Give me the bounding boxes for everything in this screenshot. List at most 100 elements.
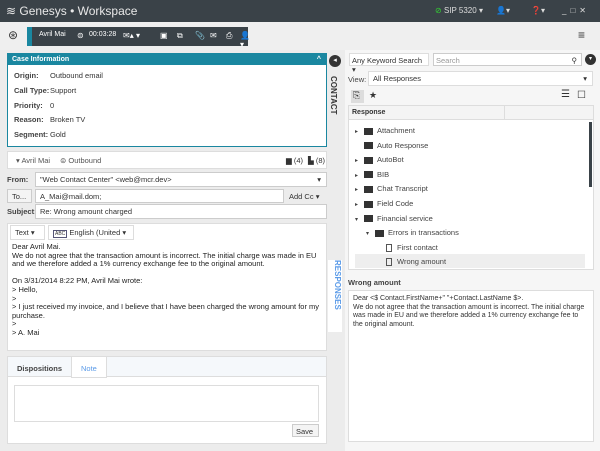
- format-select[interactable]: Text ▾: [10, 225, 45, 240]
- notes-panel: Dispositions Note Save: [7, 356, 327, 444]
- add-cc-label: Add Cc: [289, 192, 314, 201]
- note-textarea[interactable]: [14, 385, 319, 422]
- responses-tab[interactable]: RESPONSES: [328, 260, 342, 332]
- field-label: Origin:: [14, 71, 39, 80]
- case-data-button[interactable]: ▆ (4): [286, 156, 303, 165]
- body-line: > I just received my invoice, and I beli…: [12, 302, 320, 320]
- contact-tab[interactable]: CONTACT: [329, 76, 338, 115]
- delete-email-icon[interactable]: ✉: [210, 31, 217, 40]
- search-input[interactable]: Search ⚲: [433, 53, 582, 66]
- field-label: Reason:: [14, 115, 44, 124]
- expander-icon[interactable]: ▸: [355, 128, 364, 135]
- tab-dispositions[interactable]: Dispositions: [8, 357, 71, 377]
- document-icon: [386, 258, 392, 267]
- tree-item-label: Errors in transactions: [388, 228, 459, 238]
- to-input[interactable]: A_Mai@mail.dom;: [35, 189, 284, 203]
- tree-item-label: BIB: [377, 169, 390, 179]
- agent-menu[interactable]: 👤▾: [496, 6, 510, 15]
- collapse-left-icon[interactable]: ◂: [329, 55, 341, 67]
- transfer-icon[interactable]: ⧉: [177, 31, 183, 41]
- expander-icon[interactable]: ▾: [355, 216, 364, 223]
- tree-item[interactable]: ▸ Field Code: [355, 196, 585, 210]
- party-icon[interactable]: 👤▾: [240, 31, 250, 49]
- chevron-down-icon: ▾: [583, 74, 587, 83]
- tree-item[interactable]: ▸ AutoBot: [355, 152, 585, 166]
- search-icon[interactable]: ⚲: [572, 56, 578, 65]
- tree-item[interactable]: ▸ BIB: [355, 167, 585, 181]
- hamburger-menu-icon[interactable]: ≡: [578, 28, 585, 42]
- history-button[interactable]: ▙ (8): [308, 156, 325, 165]
- print-icon[interactable]: ⎙: [226, 31, 232, 41]
- party-toggle[interactable]: ▾ Avril Mai: [16, 156, 50, 165]
- status-ok-icon: ⊘: [435, 6, 442, 15]
- tree-item[interactable]: ▾ Errors in transactions: [355, 225, 585, 239]
- case-field: Reason: Broken TV: [14, 115, 85, 124]
- add-cc-button[interactable]: Add Cc ▾: [289, 192, 319, 201]
- preview-title: Wrong amount: [348, 278, 401, 287]
- favorite-star-icon[interactable]: ★: [369, 90, 377, 101]
- folder-icon: [364, 215, 373, 223]
- subject-label: Subject:: [7, 207, 37, 216]
- interaction-bar: Avril Mai ⊜ 00:03:28 ✉▴ ▾ ▣ ⧉ 📎 ✉ ⎙ 👤▾: [27, 27, 250, 49]
- search-placeholder: Search: [436, 56, 460, 65]
- to-button[interactable]: To...: [7, 189, 32, 203]
- expander-icon[interactable]: ▾: [366, 230, 375, 237]
- separator: •: [70, 4, 75, 18]
- case-field: Priority: 0: [14, 101, 54, 110]
- window-icon[interactable]: ☐: [577, 90, 586, 101]
- from-select[interactable]: "Web Contact Center" <web@mcr.dev> ▾: [35, 172, 327, 187]
- expander-icon[interactable]: ▸: [355, 172, 364, 179]
- tree-item[interactable]: First contact: [355, 240, 585, 254]
- expander-icon[interactable]: ▸: [355, 157, 364, 164]
- attach-icon[interactable]: 📎: [195, 31, 205, 40]
- tree-item[interactable]: ▾ Financial service: [355, 211, 585, 225]
- language-value: English (United: [69, 228, 121, 237]
- workspace-title: Workspace: [77, 4, 138, 18]
- interaction-name: Avril Mai: [39, 31, 66, 38]
- body-line: >: [12, 319, 17, 329]
- help-menu[interactable]: ❓▾: [531, 6, 545, 15]
- tree-item-label: Attachment: [377, 126, 415, 135]
- field-value: 0: [50, 101, 55, 110]
- tree-item-label: AutoBot: [377, 155, 404, 165]
- sip-status[interactable]: ⊘ SIP 5320 ▾: [435, 6, 483, 15]
- send-icon[interactable]: ✉▴ ▾: [123, 31, 140, 40]
- case-count: (4): [293, 156, 304, 165]
- list-view-icon[interactable]: ☰: [561, 89, 570, 100]
- response-tree: Response ▸ Attachment Auto Response ▸ AutoBo…: [348, 105, 594, 270]
- tree-item[interactable]: Auto Response: [355, 138, 585, 152]
- field-value: Outbound email: [50, 71, 103, 80]
- view-select[interactable]: All Responses ▾: [368, 71, 593, 86]
- top-bar: ≋ Genesys • Workspace ⊘ SIP 5320 ▾ 👤▾ ❓▾…: [0, 0, 600, 22]
- interaction-timer: 00:03:28: [89, 31, 117, 38]
- window-controls[interactable]: _□✕: [562, 6, 590, 15]
- tree-item-label: Chat Transcript: [377, 184, 428, 194]
- tab-note[interactable]: Note: [71, 357, 107, 378]
- field-label: Segment:: [14, 130, 49, 139]
- tree-item[interactable]: Wrong amount: [355, 254, 585, 269]
- scrollbar[interactable]: [589, 122, 592, 187]
- brand: Genesys: [19, 4, 67, 18]
- insert-response-icon[interactable]: ⎘: [351, 90, 364, 103]
- email-body[interactable]: Dear Avril Mai. We do not agree that the…: [12, 242, 324, 338]
- email-editor[interactable]: Text ▾ ABC English (United ▾ Dear Avril …: [7, 223, 327, 351]
- collapse-icon[interactable]: ^: [317, 56, 321, 63]
- search-options-icon[interactable]: ▾: [585, 54, 596, 65]
- email-icon: ⊜: [77, 31, 84, 40]
- field-label: Call Type:: [14, 86, 50, 95]
- expander-icon[interactable]: ▸: [355, 201, 364, 208]
- tree-item-label: Auto Response: [377, 140, 429, 150]
- body-line: > A. Mai: [12, 327, 40, 337]
- search-type-select[interactable]: Any Keyword Search ▾: [349, 53, 429, 74]
- save-icon[interactable]: ▣: [160, 31, 168, 40]
- spellcheck-language-select[interactable]: ABC English (United ▾: [48, 225, 134, 240]
- sip-label: SIP 5320: [443, 6, 477, 15]
- save-note-button[interactable]: Save: [292, 424, 319, 437]
- folder-icon: [364, 171, 373, 179]
- tree-item[interactable]: ▸ Chat Transcript: [355, 181, 585, 195]
- response-column-header: Response: [349, 106, 593, 120]
- tree-item[interactable]: ▸ Attachment: [355, 123, 585, 137]
- reel-icon[interactable]: ⊛: [8, 28, 18, 42]
- subject-input[interactable]: Re: Wrong amount charged: [35, 204, 327, 219]
- expander-icon[interactable]: ▸: [355, 186, 364, 193]
